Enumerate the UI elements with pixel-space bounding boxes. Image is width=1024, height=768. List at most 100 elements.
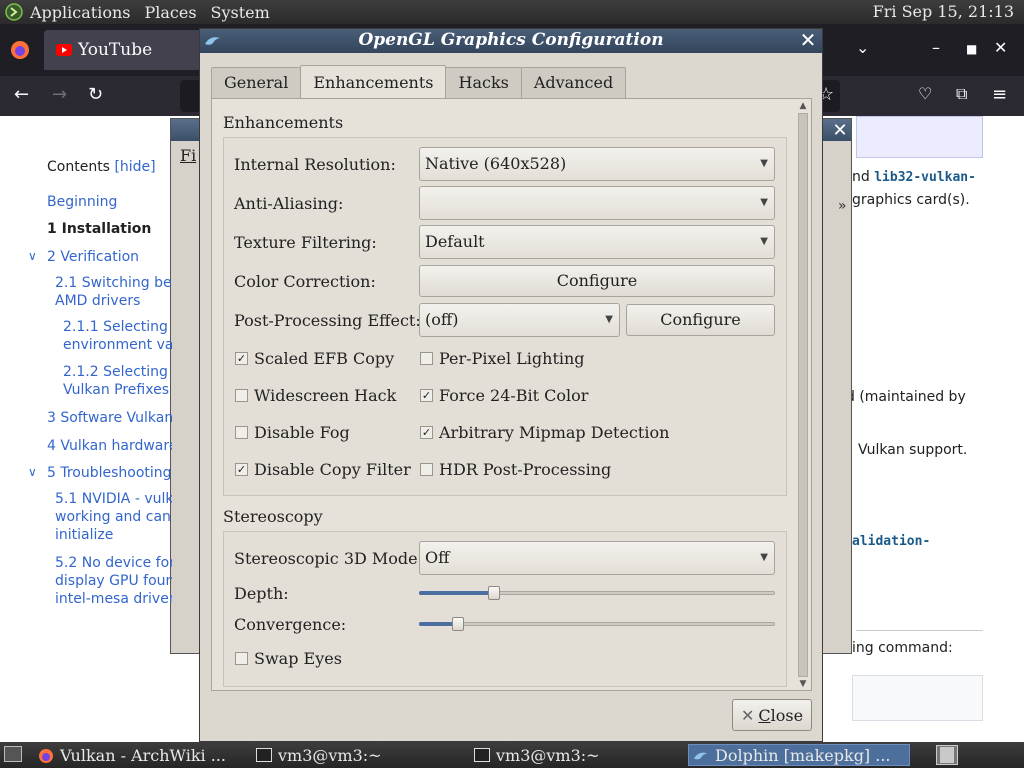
toc-item[interactable]: 2 Verification — [47, 248, 172, 266]
toc-item[interactable]: Beginning — [47, 193, 172, 211]
slider-handle[interactable] — [452, 617, 464, 631]
post-processing-configure-button[interactable]: Configure — [626, 304, 775, 336]
wiki-text: d (maintained by — [846, 389, 966, 405]
task-terminal-1[interactable]: vm3@vm3:~ — [252, 744, 462, 766]
forward-arrow-icon[interactable]: → — [52, 84, 67, 105]
tab-enhancements[interactable]: Enhancements — [300, 65, 447, 99]
toc-item[interactable]: 2.1.2 Selecting v — [63, 363, 172, 381]
toc-item[interactable]: 5.2 No device for t — [55, 554, 172, 572]
toc-item[interactable]: initialize — [55, 526, 172, 544]
maximize-icon[interactable]: ■ — [966, 42, 977, 56]
workspace-current[interactable] — [940, 747, 954, 763]
depth-slider[interactable] — [419, 585, 775, 601]
close-icon[interactable]: ✕ — [994, 38, 1007, 57]
dialog-titlebar[interactable]: OpenGL Graphics Configuration ✕ — [200, 29, 822, 53]
texture-filtering-combo[interactable]: Default ▼ — [419, 225, 775, 259]
checkbox-disable-copy-filter[interactable]: ✓ Disable Copy Filter — [235, 460, 411, 479]
wiki-text: graphics card(s). — [852, 192, 970, 208]
scroll-up-arrow-icon[interactable]: ▲ — [796, 99, 810, 113]
checkbox-widescreen-hack[interactable]: Widescreen Hack — [235, 386, 396, 405]
tab-hacks[interactable]: Hacks — [445, 67, 522, 99]
wiki-text: Vulkan support. — [858, 442, 968, 458]
toc-collapse-chevron-icon[interactable]: ∨ — [28, 249, 37, 263]
minimize-icon[interactable]: – — [932, 38, 940, 57]
task-dolphin[interactable]: Dolphin [makepkg] ... — [688, 744, 910, 766]
panel-scrollbar[interactable]: ▲ ▼ — [796, 99, 810, 691]
tab-general[interactable]: General — [211, 67, 302, 99]
dialog-close-icon[interactable]: ✕ — [798, 29, 818, 51]
firefox-icon[interactable] — [10, 40, 30, 60]
dolphin-main-close-icon[interactable]: ✕ — [829, 120, 851, 141]
toc-title: Contents [hide] — [47, 159, 156, 175]
checkbox-box[interactable]: ✓ — [420, 426, 433, 439]
reload-icon[interactable]: ↻ — [88, 84, 103, 105]
tab-advanced[interactable]: Advanced — [520, 67, 627, 99]
toc-item[interactable]: 5 Troubleshooting — [47, 464, 172, 482]
checkbox-hdr-post-processing[interactable]: HDR Post-Processing — [420, 460, 611, 479]
checkbox-box[interactable]: ✓ — [420, 389, 433, 402]
convergence-slider[interactable] — [419, 616, 775, 632]
menu-hamburger-icon[interactable]: ≡ — [992, 84, 1007, 105]
terminal-app-icon[interactable] — [4, 2, 24, 22]
slider-handle[interactable] — [488, 586, 500, 600]
checkbox-box[interactable] — [235, 389, 248, 402]
close-button[interactable]: ✕ Close — [732, 699, 812, 731]
close-button-x-icon: ✕ — [740, 705, 755, 725]
back-arrow-icon[interactable]: ← — [14, 84, 29, 105]
toc-item[interactable]: Vulkan Prefixes — [63, 381, 172, 399]
checkbox-scaled-efb-copy[interactable]: ✓ Scaled EFB Copy — [235, 349, 394, 368]
checkbox-box[interactable] — [235, 652, 248, 665]
toc-item[interactable]: 2.1.1 Selecting v — [63, 318, 172, 336]
task-vulkan-archwiki[interactable]: Vulkan - ArchWiki ... — [34, 744, 240, 766]
show-desktop-icon[interactable] — [4, 746, 22, 762]
scroll-track[interactable] — [798, 113, 808, 677]
toc-item[interactable]: 5.1 NVIDIA - vulka — [55, 490, 172, 508]
opengl-config-dialog: OpenGL Graphics Configuration ✕ General … — [199, 28, 823, 742]
checkbox-box[interactable]: ✓ — [235, 463, 248, 476]
post-processing-label: Post-Processing Effect: — [234, 311, 421, 330]
menu-applications[interactable]: Applications — [30, 3, 130, 22]
slider-fill — [419, 591, 494, 595]
checkbox-box[interactable] — [420, 352, 433, 365]
checkbox-box[interactable] — [420, 463, 433, 476]
depth-label: Depth: — [234, 584, 289, 603]
toc-item[interactable]: 1 Installation — [47, 220, 172, 238]
firefox-tab-youtube[interactable]: YouTube — [44, 30, 204, 70]
checkbox-disable-fog[interactable]: Disable Fog — [235, 423, 350, 442]
wiki-package-link[interactable]: alidation- — [852, 534, 930, 549]
toc-item[interactable]: working and can n — [55, 508, 172, 526]
toc-hide-link[interactable]: [hide] — [114, 159, 155, 175]
stereoscopic-mode-combo[interactable]: Off ▼ — [419, 541, 775, 575]
checkbox-box[interactable] — [235, 426, 248, 439]
menu-system[interactable]: System — [211, 3, 270, 22]
toc-item[interactable]: 4 Vulkan hardware — [47, 437, 172, 455]
scroll-down-arrow-icon[interactable]: ▼ — [796, 677, 810, 691]
toolbar-overflow-icon[interactable]: » — [838, 198, 847, 214]
menu-places[interactable]: Places — [144, 3, 196, 22]
task-terminal-2[interactable]: vm3@vm3:~ — [470, 744, 682, 766]
checkbox-per-pixel-lighting[interactable]: Per-Pixel Lighting — [420, 349, 585, 368]
checkbox-swap-eyes[interactable]: Swap Eyes — [235, 649, 342, 668]
extensions-icon[interactable]: ⧉ — [956, 84, 967, 104]
checkbox-force-24-bit-color[interactable]: ✓ Force 24-Bit Color — [420, 386, 588, 405]
pocket-icon[interactable]: ♡ — [918, 84, 932, 103]
toc-item[interactable]: environment varia — [63, 336, 172, 354]
anti-aliasing-combo[interactable]: ▼ — [419, 186, 775, 220]
color-correction-label: Color Correction: — [234, 272, 376, 291]
post-processing-combo[interactable]: (off) ▼ — [419, 303, 620, 337]
toc-item[interactable]: 3 Software Vulkan: — [47, 409, 172, 427]
toc-collapse-chevron-icon[interactable]: ∨ — [28, 465, 37, 479]
toc-item[interactable]: AMD drivers — [55, 292, 172, 310]
color-correction-configure-button[interactable]: Configure — [419, 265, 775, 297]
internal-resolution-combo[interactable]: Native (640x528) ▼ — [419, 147, 775, 181]
toc-item[interactable]: intel-mesa drivers — [55, 590, 172, 608]
wiki-package-link[interactable]: lib32-vulkan- — [874, 170, 976, 185]
tab-list-chevron-icon[interactable]: ⌄ — [856, 38, 869, 57]
clock[interactable]: Fri Sep 15, 21:13 — [873, 2, 1014, 21]
checkbox-arbitrary-mipmap-detection[interactable]: ✓ Arbitrary Mipmap Detection — [420, 423, 669, 442]
checkbox-box[interactable]: ✓ — [235, 352, 248, 365]
firefox-tab-title: YouTube — [78, 40, 153, 60]
dolphin-menu-file[interactable]: Fi — [180, 146, 196, 165]
toc-item[interactable]: display GPU found — [55, 572, 172, 590]
toc-item[interactable]: 2.1 Switching betw — [55, 274, 172, 292]
